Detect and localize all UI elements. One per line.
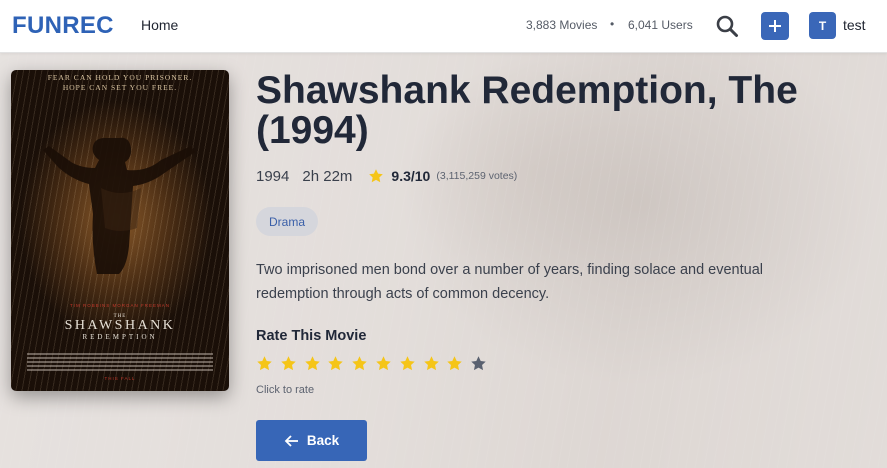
movie-poster: FEAR CAN HOLD YOU PRISONER. HOPE CAN SET …: [11, 70, 229, 391]
poster-cast: TIM ROBBINS MORGAN FREEMAN: [69, 303, 170, 308]
poster-figure-image: [43, 137, 195, 274]
plus-icon: [769, 20, 781, 32]
stats-separator: •: [610, 17, 615, 31]
rating-stars: [256, 355, 494, 372]
movie-year: 1994: [256, 167, 290, 185]
users-count: 6,041 Users: [628, 18, 693, 32]
nav-home-link[interactable]: Home: [141, 17, 178, 33]
rating-star-5[interactable]: [351, 355, 368, 372]
rate-heading: Rate This Movie: [256, 328, 367, 344]
username[interactable]: test: [843, 17, 866, 33]
arrow-left-icon: [284, 434, 298, 447]
click-to-rate-hint: Click to rate: [256, 384, 315, 396]
poster-credits: [27, 353, 213, 373]
movie-overview: Two imprisoned men bond over a number of…: [256, 262, 763, 302]
avatar[interactable]: T: [809, 12, 836, 39]
poster-title: THE SHAWSHANK REDEMPTION: [64, 314, 176, 341]
movie-runtime: 2h 22m: [302, 167, 353, 185]
back-button[interactable]: Back: [256, 420, 367, 461]
rating-star-6[interactable]: [375, 355, 392, 372]
top-nav: FUNREC Home 3,883 Movies • 6,041 Users T…: [0, 0, 887, 53]
poster-tagline: FEAR CAN HOLD YOU PRISONER. HOPE CAN SET …: [47, 73, 193, 92]
rating-star-8[interactable]: [423, 355, 440, 372]
movies-count: 3,883 Movies: [526, 18, 598, 32]
movie-rating: 9.3/10: [391, 168, 431, 184]
star-icon: [369, 169, 384, 183]
rating-star-2[interactable]: [280, 355, 297, 372]
add-button[interactable]: [761, 12, 789, 40]
rating-star-9[interactable]: [446, 355, 463, 372]
rating-star-4[interactable]: [327, 355, 344, 372]
genre-badge[interactable]: Drama: [256, 207, 319, 236]
back-button-label: Back: [306, 433, 340, 448]
poster-release: THIS FALL: [104, 376, 136, 381]
search-icon[interactable]: [715, 14, 739, 38]
rating-star-1[interactable]: [256, 355, 273, 372]
movie-meta: 1994 2h 22m 9.3/10 (3,115,259 votes): [256, 166, 517, 186]
rating-star-3[interactable]: [304, 355, 321, 372]
movie-title: Shawshank Redemption, The (1994): [256, 69, 798, 152]
rating-star-10[interactable]: [470, 355, 487, 372]
vote-count: (3,115,259 votes): [436, 170, 518, 182]
rating-star-7[interactable]: [399, 355, 416, 372]
logo[interactable]: FUNREC: [12, 12, 114, 40]
